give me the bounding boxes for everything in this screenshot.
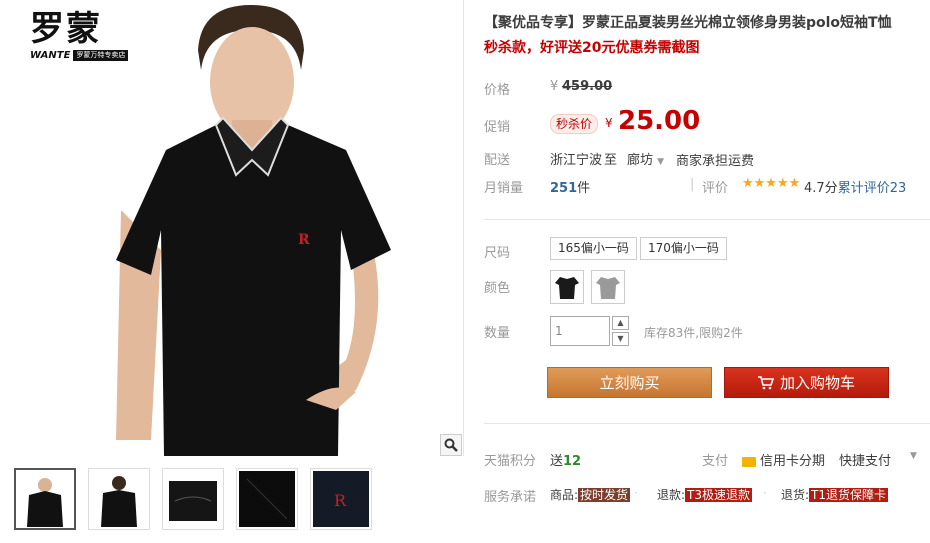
main-product-image[interactable]: R bbox=[106, 0, 406, 456]
add-to-cart-button[interactable]: 加入购物车 bbox=[724, 367, 889, 398]
divider bbox=[484, 423, 930, 424]
product-gallery: 罗蒙 WANTE 罗蒙万特专卖店 R bbox=[6, 0, 464, 456]
goods-label: 商品: bbox=[550, 488, 579, 502]
exchange-label: 退货: bbox=[781, 488, 810, 502]
sales-separator: | bbox=[690, 177, 695, 192]
color-label: 颜色 bbox=[484, 281, 511, 296]
shipping-fee: 商家承担运费 bbox=[676, 154, 755, 169]
promo-label: 促销 bbox=[484, 120, 511, 135]
pay-expand-icon[interactable]: ▼ bbox=[910, 451, 917, 461]
promo-price: 25.00 bbox=[618, 106, 701, 136]
add-to-cart-label: 加入购物车 bbox=[779, 374, 855, 392]
service-goods: 商品: 按时发货 bbox=[550, 486, 631, 503]
quantity-input[interactable]: 1 bbox=[550, 316, 610, 346]
divider bbox=[484, 219, 930, 220]
qty-increase-button[interactable]: ▲ bbox=[612, 316, 629, 330]
chevron-down-icon: ▼ bbox=[657, 157, 665, 167]
ship-from: 浙江宁波 bbox=[550, 153, 603, 168]
product-title: 【聚优品专享】罗蒙正品夏装男丝光棉立领修身男装polo短袖T恤 bbox=[484, 15, 892, 31]
return-tag[interactable]: T3极速退款 bbox=[685, 488, 753, 502]
thumbnail-strip: R bbox=[6, 458, 464, 543]
shipping-label: 配送 bbox=[484, 153, 511, 168]
price-label: 价格 bbox=[484, 83, 511, 98]
rating-score: 4.7分 bbox=[804, 181, 838, 196]
pay-label: 支付 bbox=[702, 454, 729, 469]
ship-to-value: 廊坊 bbox=[627, 153, 654, 168]
svg-text:R: R bbox=[298, 232, 310, 248]
credit-card-icon bbox=[742, 456, 756, 467]
original-price: 459.00 bbox=[562, 79, 613, 94]
size-label: 尺码 bbox=[484, 246, 511, 261]
zoom-icon[interactable] bbox=[440, 434, 462, 456]
service-refund: 退款: T3极速退款 bbox=[657, 486, 753, 503]
ship-to-word: 至 bbox=[604, 153, 618, 168]
thumbnail-4[interactable] bbox=[236, 468, 298, 530]
color-swatch-black[interactable] bbox=[550, 270, 584, 304]
size-option-165[interactable]: 165偏小一码 bbox=[550, 237, 637, 260]
return-label: 退款: bbox=[657, 488, 686, 502]
color-swatch-gray[interactable] bbox=[591, 270, 625, 304]
stock-text: 库存83件,限购2件 bbox=[644, 326, 743, 340]
service-label: 服务承诺 bbox=[484, 490, 537, 505]
promo-currency: ¥ bbox=[605, 116, 613, 130]
size-option-170[interactable]: 170偏小一码 bbox=[640, 237, 727, 260]
credit-installment[interactable]: 信用卡分期 bbox=[742, 450, 825, 469]
quick-pay[interactable]: 快捷支付 bbox=[839, 450, 891, 469]
currency-symbol: ¥ bbox=[550, 79, 559, 94]
rating-label: 评价 bbox=[702, 181, 729, 196]
product-subtitle: 秒杀款，好评送20元优惠券需截图 bbox=[484, 40, 700, 56]
goods-tag[interactable]: 按时发货 bbox=[578, 488, 631, 502]
buy-now-button[interactable]: 立刻购买 bbox=[547, 367, 712, 398]
logo-en: WANTE bbox=[30, 50, 71, 61]
rating-stars: ★★★★★ bbox=[742, 176, 801, 191]
qty-decrease-button[interactable]: ▼ bbox=[612, 332, 629, 346]
points-give: 送 bbox=[550, 454, 564, 469]
service-separator: · bbox=[763, 486, 767, 500]
buy-now-label: 立刻购买 bbox=[599, 374, 660, 392]
service-separator: · bbox=[634, 486, 638, 500]
exchange-tag[interactable]: T1退货保障卡 bbox=[809, 488, 889, 502]
thumbnail-5[interactable]: R bbox=[310, 468, 372, 530]
cart-icon bbox=[757, 375, 774, 389]
qty-label: 数量 bbox=[484, 326, 511, 341]
sales-count: 251 bbox=[550, 181, 578, 196]
product-details: 【聚优品专享】罗蒙正品夏装男丝光棉立领修身男装polo短袖T恤 秒杀款，好评送2… bbox=[484, 0, 930, 543]
thumbnail-1[interactable] bbox=[14, 468, 76, 530]
ship-to-select[interactable]: 廊坊 ▼ bbox=[627, 149, 664, 168]
points-label: 天猫积分 bbox=[484, 454, 537, 469]
thumbnail-3[interactable] bbox=[162, 468, 224, 530]
svg-text:R: R bbox=[334, 491, 347, 510]
service-return: 退货: T1退货保障卡 bbox=[781, 486, 889, 503]
promo-badge: 秒杀价 bbox=[550, 114, 599, 134]
credit-label: 信用卡分期 bbox=[760, 454, 826, 469]
sales-unit: 件 bbox=[577, 181, 591, 196]
points-value: 12 bbox=[563, 454, 582, 469]
sales-label: 月销量 bbox=[484, 181, 524, 196]
thumbnail-2[interactable] bbox=[88, 468, 150, 530]
reviews-link[interactable]: 累计评价23 bbox=[838, 181, 907, 196]
